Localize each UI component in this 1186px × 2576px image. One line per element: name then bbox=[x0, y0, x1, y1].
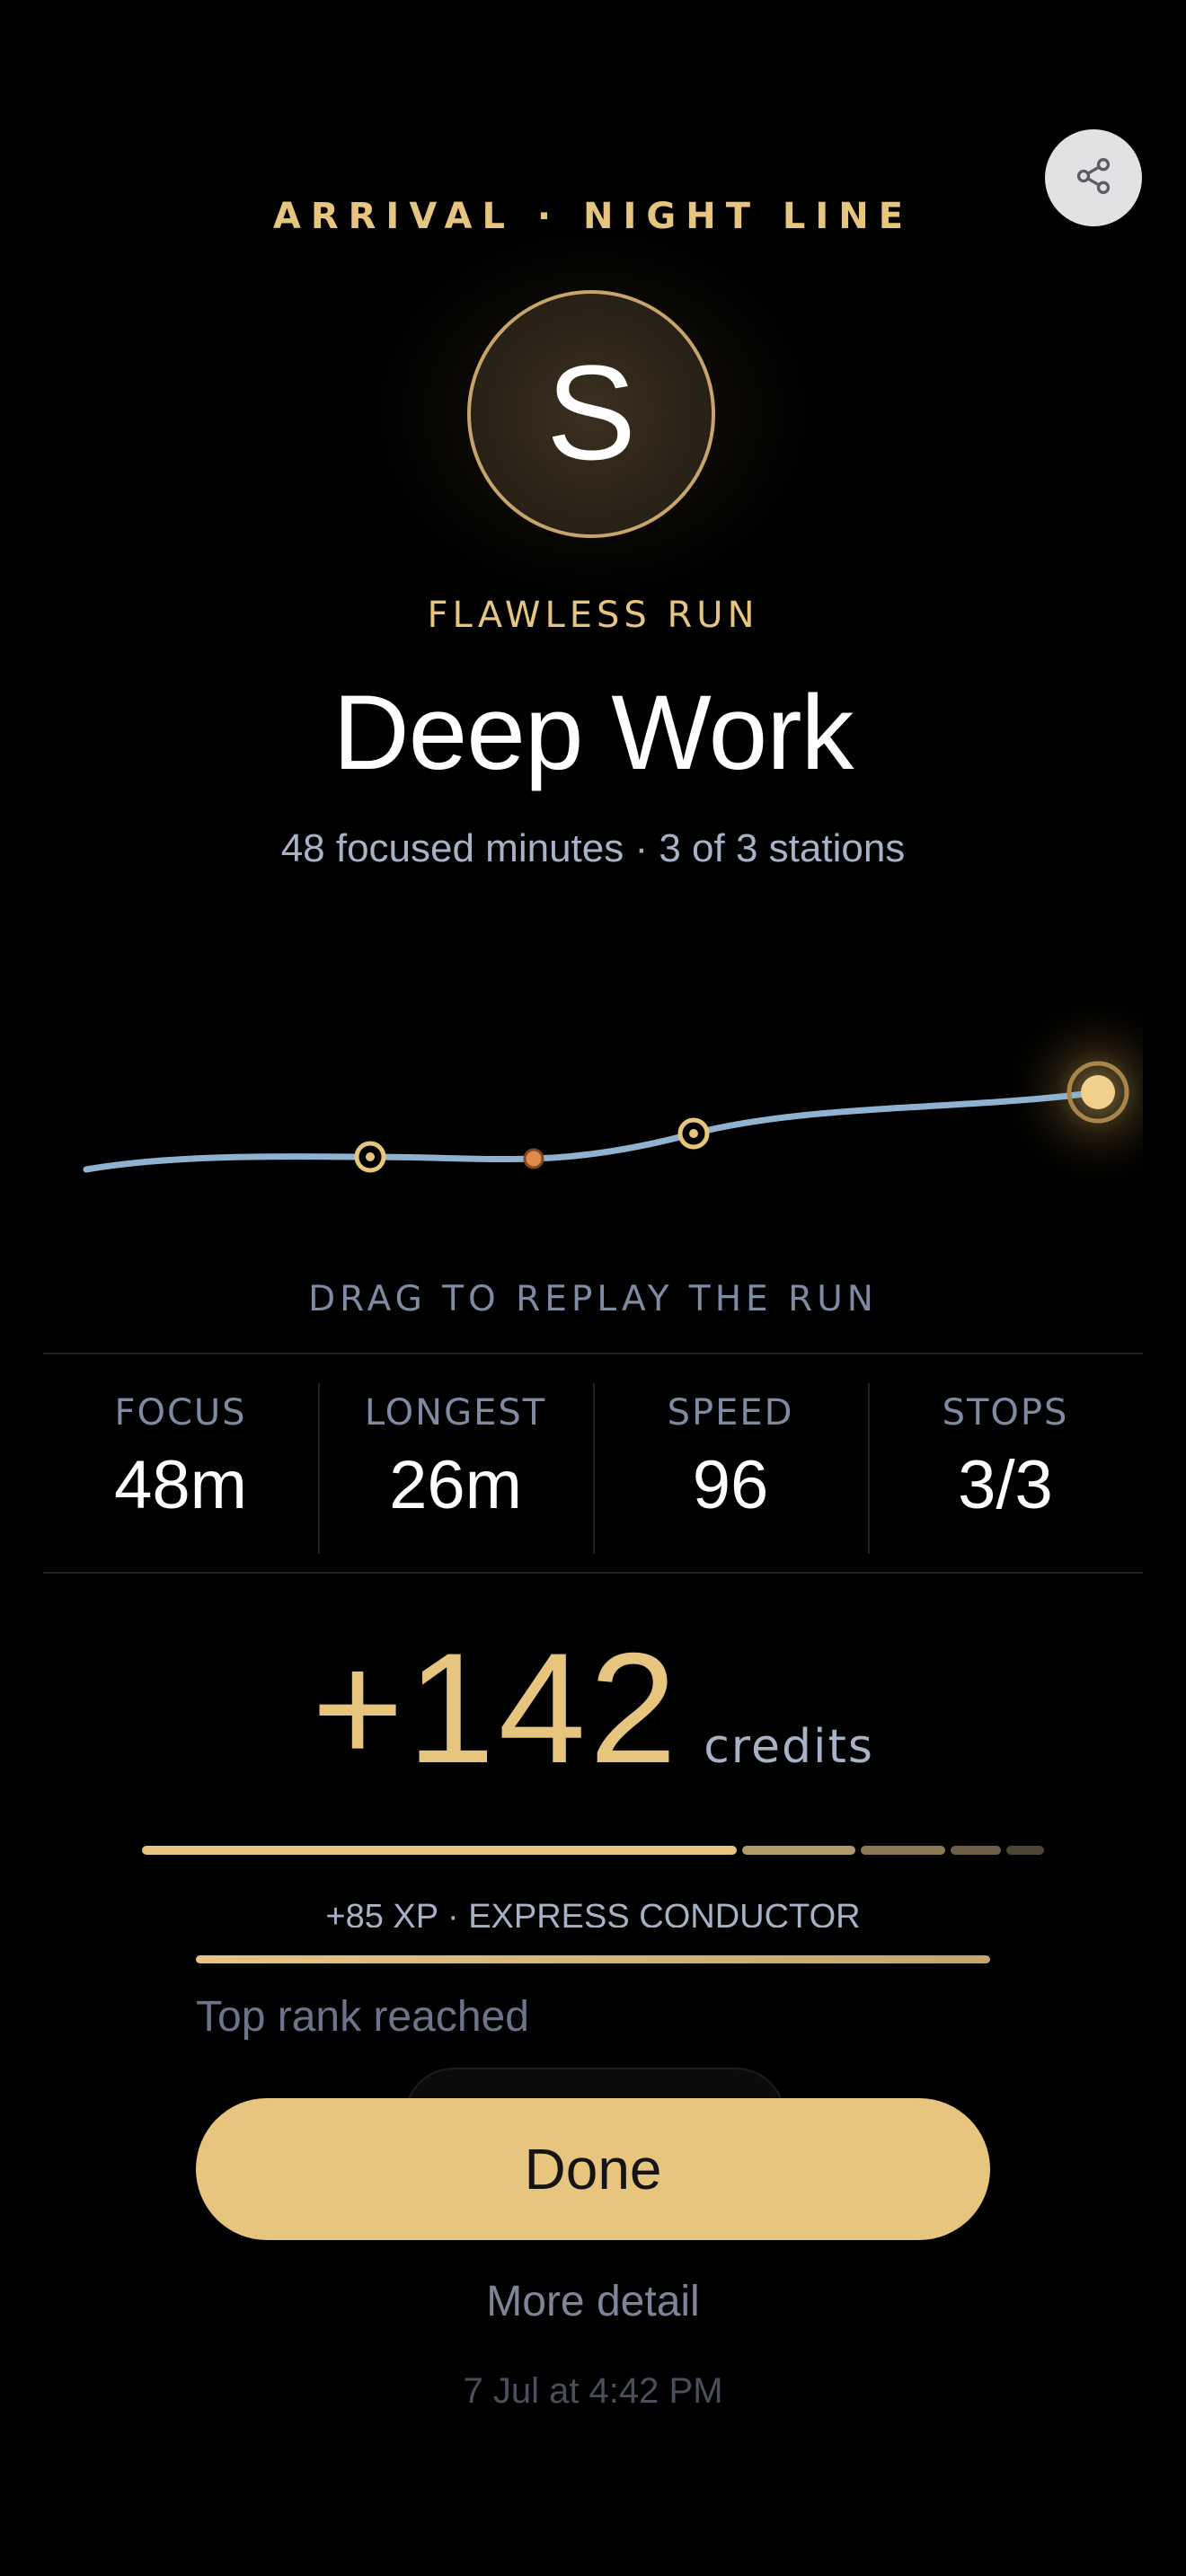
station-marker-dot bbox=[366, 1152, 375, 1161]
done-button[interactable]: Done bbox=[196, 2098, 990, 2240]
rank-progress-bar bbox=[196, 1955, 990, 1963]
stat-focus: FOCUS 48m bbox=[43, 1354, 318, 1548]
medallion-letter: S bbox=[545, 337, 637, 488]
route-replay-track[interactable] bbox=[0, 988, 1186, 1204]
stat-value: 96 bbox=[692, 1447, 769, 1523]
progress-segment bbox=[742, 1846, 855, 1855]
progress-segment bbox=[1006, 1846, 1044, 1855]
stat-label: LONGEST bbox=[364, 1392, 547, 1434]
stat-label: STOPS bbox=[942, 1392, 1069, 1434]
rank-status: Top rank reached bbox=[196, 1993, 529, 2041]
stat-label: SPEED bbox=[667, 1392, 794, 1434]
share-icon bbox=[1074, 156, 1113, 199]
progress-segment bbox=[861, 1846, 945, 1855]
stat-value: 48m bbox=[114, 1447, 247, 1523]
stat-label: FOCUS bbox=[114, 1392, 247, 1434]
stop-marker bbox=[523, 1148, 544, 1169]
xp-line-fade bbox=[0, 1928, 1186, 1954]
replay-hint: DRAG TO REPLAY THE RUN bbox=[308, 1279, 878, 1319]
stat-value: 3/3 bbox=[958, 1447, 1053, 1523]
destination-marker[interactable] bbox=[1081, 1075, 1115, 1109]
stat-longest: LONGEST 26m bbox=[318, 1354, 593, 1554]
progress-segment bbox=[142, 1846, 737, 1855]
stats-row: FOCUS 48m LONGEST 26m SPEED 96 STOPS 3/3 bbox=[43, 1354, 1143, 1554]
credits-unit: credits bbox=[704, 1720, 874, 1774]
run-timestamp: 7 Jul at 4:42 PM bbox=[463, 2371, 723, 2411]
run-summary: 48 focused minutes · 3 of 3 stations bbox=[280, 826, 906, 870]
stat-speed: SPEED 96 bbox=[593, 1354, 868, 1554]
credits-earned: +142 credits bbox=[0, 1630, 1186, 1787]
more-detail-link[interactable]: More detail bbox=[0, 2277, 1186, 2326]
credits-amount: +142 bbox=[312, 1621, 681, 1796]
progress-segment bbox=[951, 1846, 1001, 1855]
divider bbox=[43, 1572, 1143, 1574]
run-badge: FLAWLESS RUN bbox=[427, 595, 759, 636]
route-line bbox=[83, 1089, 1102, 1173]
stat-value: 26m bbox=[389, 1447, 522, 1523]
station-marker-dot bbox=[689, 1129, 698, 1138]
rank-medallion: S bbox=[467, 290, 715, 538]
stat-stops: STOPS 3/3 bbox=[868, 1354, 1143, 1554]
page-title: Deep Work bbox=[332, 674, 854, 792]
